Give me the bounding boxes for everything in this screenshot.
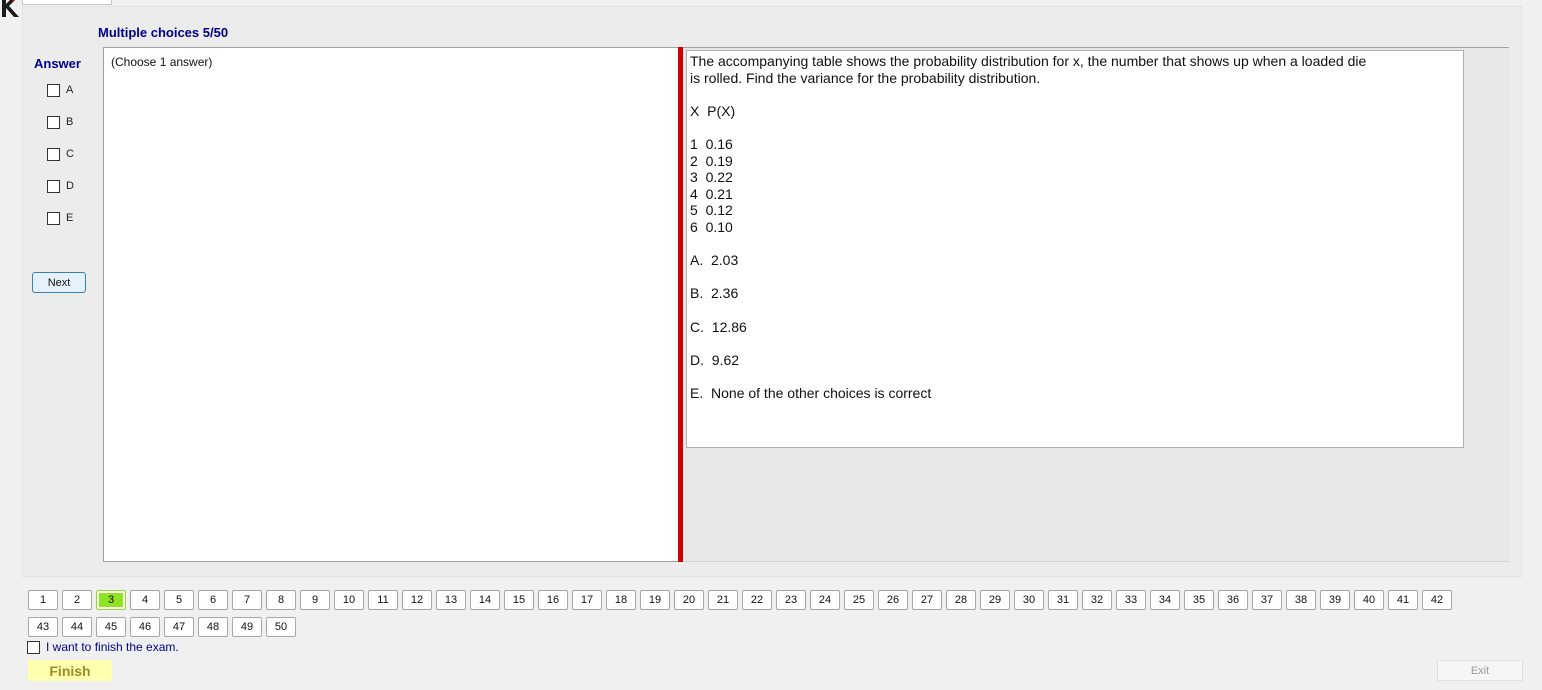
finish-exam-check[interactable]: I want to finish the exam. xyxy=(27,640,179,654)
question-nav-button-35[interactable]: 35 xyxy=(1184,590,1214,610)
option-a-label: A xyxy=(66,84,74,96)
question-nav-button-29[interactable]: 29 xyxy=(980,590,1010,610)
question-nav-button-11[interactable]: 11 xyxy=(368,590,398,610)
option-d-label: D xyxy=(66,180,74,192)
question-nav-button-6[interactable]: 6 xyxy=(198,590,228,610)
question-nav-button-38[interactable]: 38 xyxy=(1286,590,1316,610)
finish-exam-checkbox[interactable] xyxy=(27,640,40,654)
question-nav-button-5[interactable]: 5 xyxy=(164,590,194,610)
question-nav-button-22[interactable]: 22 xyxy=(742,590,772,610)
option-c-label: C xyxy=(66,148,74,160)
question-nav-button-16[interactable]: 16 xyxy=(538,590,568,610)
top-tab[interactable] xyxy=(22,0,112,5)
question-nav-button-1[interactable]: 1 xyxy=(28,590,58,610)
question-nav-button-36[interactable]: 36 xyxy=(1218,590,1248,610)
option-c[interactable]: C xyxy=(47,147,74,161)
exit-button[interactable]: Exit xyxy=(1437,660,1523,681)
question-nav-button-21[interactable]: 21 xyxy=(708,590,738,610)
question-nav-button-41[interactable]: 41 xyxy=(1388,590,1418,610)
question-nav-button-40[interactable]: 40 xyxy=(1354,590,1384,610)
question-nav-button-46[interactable]: 46 xyxy=(130,617,160,637)
option-c-checkbox[interactable] xyxy=(47,147,60,161)
finish-button[interactable]: Finish xyxy=(28,660,112,681)
question-nav-button-49[interactable]: 49 xyxy=(232,617,262,637)
question-nav-button-28[interactable]: 28 xyxy=(946,590,976,610)
option-a-checkbox[interactable] xyxy=(47,83,60,97)
question-nav-button-43[interactable]: 43 xyxy=(28,617,58,637)
question-nav-button-14[interactable]: 14 xyxy=(470,590,500,610)
question-nav-button-34[interactable]: 34 xyxy=(1150,590,1180,610)
option-d-checkbox[interactable] xyxy=(47,179,60,193)
question-nav-button-47[interactable]: 47 xyxy=(164,617,194,637)
question-nav-button-3[interactable]: 3 xyxy=(96,590,126,610)
question-nav-button-8[interactable]: 8 xyxy=(266,590,296,610)
k-logo-icon xyxy=(2,0,19,17)
question-nav-button-12[interactable]: 12 xyxy=(402,590,432,610)
next-button[interactable]: Next xyxy=(32,272,86,293)
question-nav-button-2[interactable]: 2 xyxy=(62,590,92,610)
question-box[interactable]: The accompanying table shows the probabi… xyxy=(686,50,1464,448)
question-nav-button-48[interactable]: 48 xyxy=(198,617,228,637)
question-nav-button-9[interactable]: 9 xyxy=(300,590,330,610)
question-nav-button-50[interactable]: 50 xyxy=(266,617,296,637)
option-e-label: E xyxy=(66,212,74,224)
question-nav-button-15[interactable]: 15 xyxy=(504,590,534,610)
question-nav-button-13[interactable]: 13 xyxy=(436,590,466,610)
option-a[interactable]: A xyxy=(47,83,73,97)
question-nav-button-33[interactable]: 33 xyxy=(1116,590,1146,610)
question-nav-button-30[interactable]: 30 xyxy=(1014,590,1044,610)
choose-instruction: (Choose 1 answer) xyxy=(111,55,213,69)
question-nav-button-23[interactable]: 23 xyxy=(776,590,806,610)
answer-label: Answer xyxy=(34,56,81,71)
page-title: Multiple choices 5/50 xyxy=(98,25,229,40)
finish-exam-label: I want to finish the exam. xyxy=(46,640,179,654)
option-e-checkbox[interactable] xyxy=(47,211,60,225)
option-e[interactable]: E xyxy=(47,211,73,225)
question-nav-button-19[interactable]: 19 xyxy=(640,590,670,610)
question-nav-button-44[interactable]: 44 xyxy=(62,617,92,637)
question-nav-button-31[interactable]: 31 xyxy=(1048,590,1078,610)
option-b[interactable]: B xyxy=(47,115,73,129)
question-text: The accompanying table shows the probabi… xyxy=(690,53,1367,401)
question-nav-button-17[interactable]: 17 xyxy=(572,590,602,610)
question-nav-button-7[interactable]: 7 xyxy=(232,590,262,610)
option-b-label: B xyxy=(66,116,74,128)
option-b-checkbox[interactable] xyxy=(47,115,60,129)
question-nav-button-4[interactable]: 4 xyxy=(130,590,160,610)
question-nav-button-32[interactable]: 32 xyxy=(1082,590,1112,610)
question-nav-button-26[interactable]: 26 xyxy=(878,590,908,610)
question-nav-button-45[interactable]: 45 xyxy=(96,617,126,637)
question-nav-button-27[interactable]: 27 xyxy=(912,590,942,610)
question-nav-button-18[interactable]: 18 xyxy=(606,590,636,610)
question-nav-button-24[interactable]: 24 xyxy=(810,590,840,610)
question-nav-button-25[interactable]: 25 xyxy=(844,590,874,610)
question-nav-button-42[interactable]: 42 xyxy=(1422,590,1452,610)
question-nav-button-37[interactable]: 37 xyxy=(1252,590,1282,610)
question-nav-button-10[interactable]: 10 xyxy=(334,590,364,610)
answer-text-area[interactable]: (Choose 1 answer) xyxy=(103,47,678,562)
option-d[interactable]: D xyxy=(47,179,74,193)
question-nav-button-39[interactable]: 39 xyxy=(1320,590,1350,610)
question-nav-button-20[interactable]: 20 xyxy=(674,590,704,610)
